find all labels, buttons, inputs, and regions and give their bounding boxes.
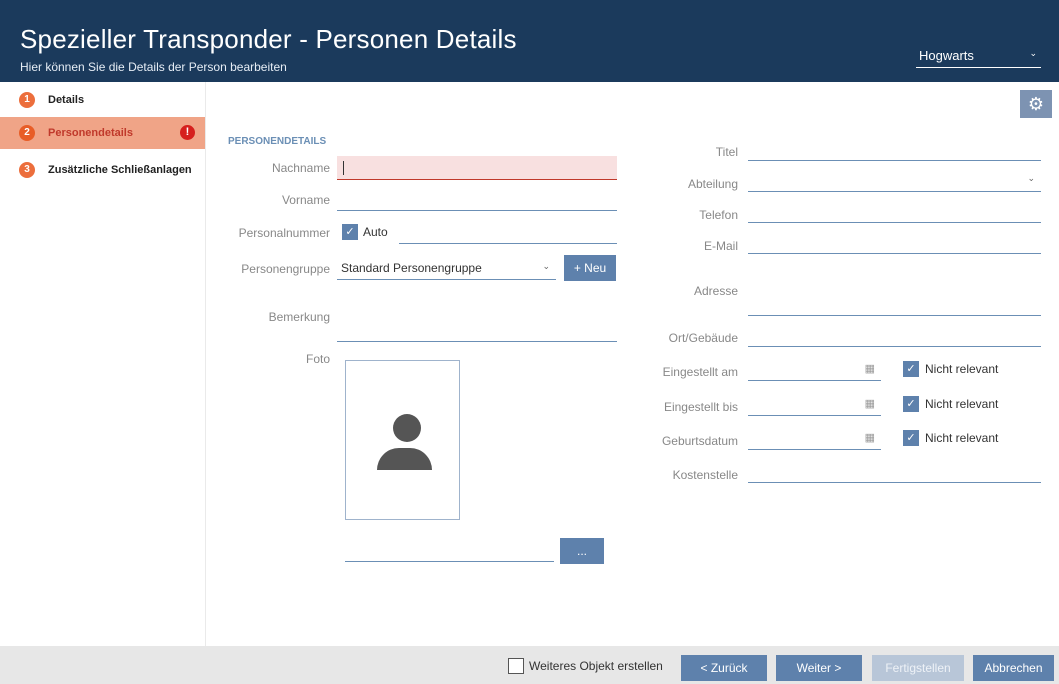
nachname-input[interactable]: [337, 156, 617, 180]
step-zusaetzliche-schliessanlagen[interactable]: 3 Zusätzliche Schließanlagen: [0, 154, 205, 186]
text-cursor: [343, 161, 344, 175]
personengruppe-select[interactable]: Standard Personengruppe ⌄: [337, 256, 556, 280]
bemerkung-textarea[interactable]: [337, 290, 617, 342]
abteilung-select[interactable]: ⌄: [748, 168, 1041, 192]
chevron-down-icon: ⌄: [542, 261, 550, 271]
step-number-badge: 3: [19, 162, 35, 178]
page-title: Spezieller Transponder - Personen Detail…: [20, 24, 517, 54]
person-icon-body: [377, 448, 432, 470]
eingestellt-bis-label: Eingestellt bis: [663, 400, 738, 414]
step-label: Personendetails: [48, 127, 133, 139]
next-button[interactable]: Weiter >: [776, 655, 862, 681]
auto-checkbox[interactable]: ✓: [342, 224, 358, 240]
browse-photo-button[interactable]: ...: [560, 538, 604, 564]
personengruppe-label: Personengruppe: [241, 262, 330, 276]
telefon-input[interactable]: [748, 199, 1041, 223]
nicht-relevant-label: Nicht relevant: [925, 431, 999, 445]
kostenstelle-input[interactable]: [748, 459, 1041, 483]
telefon-label: Telefon: [699, 208, 738, 222]
person-icon: [393, 414, 421, 442]
create-more-label: Weiteres Objekt erstellen: [529, 659, 663, 673]
nachname-label: Nachname: [271, 161, 330, 175]
section-title: PERSONENDETAILS: [228, 136, 327, 147]
step-label: Zusätzliche Schließanlagen: [48, 164, 192, 176]
step-number-badge: 2: [19, 125, 35, 141]
finish-button[interactable]: Fertigstellen: [872, 655, 964, 681]
abteilung-label: Abteilung: [687, 177, 738, 191]
chevron-down-icon: ⌄: [1029, 48, 1037, 58]
eingestellt-bis-nicht-relevant-checkbox[interactable]: ✓: [903, 396, 919, 412]
create-more-checkbox[interactable]: [508, 658, 524, 674]
adresse-label: Adresse: [693, 284, 738, 298]
kostenstelle-label: Kostenstelle: [672, 468, 738, 482]
back-button[interactable]: < Zurück: [681, 655, 767, 681]
error-icon: !: [180, 125, 195, 140]
foto-label: Foto: [305, 352, 330, 366]
nicht-relevant-label: Nicht relevant: [925, 362, 999, 376]
site-selector-dropdown[interactable]: Hogwarts ⌄: [916, 48, 1041, 68]
geburtsdatum-nicht-relevant-checkbox[interactable]: ✓: [903, 430, 919, 446]
vorname-label: Vorname: [281, 193, 330, 207]
adresse-textarea[interactable]: [748, 262, 1041, 316]
eingestellt-am-label: Eingestellt am: [662, 365, 738, 379]
geburtsdatum-date[interactable]: ▦: [748, 426, 881, 450]
step-details[interactable]: 1 Details: [0, 84, 205, 116]
personengruppe-value: Standard Personengruppe: [341, 261, 482, 275]
email-input[interactable]: [748, 230, 1041, 254]
vorname-input[interactable]: [337, 187, 617, 211]
personalnummer-label: Personalnummer: [238, 226, 330, 240]
eingestellt-am-date[interactable]: ▦: [748, 357, 881, 381]
photo-placeholder[interactable]: [345, 360, 460, 520]
personalnummer-input[interactable]: [399, 220, 617, 244]
titel-label: Titel: [715, 145, 738, 159]
new-group-button[interactable]: + Neu: [564, 255, 616, 281]
cancel-button[interactable]: Abbrechen: [973, 655, 1054, 681]
wizard-steps-sidebar: 1 Details 2 Personendetails ! 3 Zusätzli…: [0, 82, 215, 646]
bemerkung-label: Bemerkung: [268, 310, 330, 324]
step-personendetails[interactable]: 2 Personendetails !: [0, 117, 215, 149]
geburtsdatum-label: Geburtsdatum: [661, 434, 738, 448]
step-label: Details: [48, 94, 85, 106]
ort-gebaeude-input[interactable]: [748, 323, 1041, 347]
auto-label: Auto: [363, 225, 388, 239]
page-subtitle: Hier können Sie die Details der Person b…: [20, 60, 287, 74]
photo-path-input[interactable]: [345, 538, 554, 562]
email-label: E-Mail: [703, 239, 738, 253]
calendar-icon[interactable]: ▦: [865, 431, 875, 444]
eingestellt-am-nicht-relevant-checkbox[interactable]: ✓: [903, 361, 919, 377]
calendar-icon[interactable]: ▦: [865, 362, 875, 375]
header: Spezieller Transponder - Personen Detail…: [0, 0, 1059, 82]
chevron-down-icon: ⌄: [1027, 173, 1035, 183]
titel-input[interactable]: [748, 137, 1041, 161]
calendar-icon[interactable]: ▦: [865, 397, 875, 410]
nicht-relevant-label: Nicht relevant: [925, 397, 999, 411]
eingestellt-bis-date[interactable]: ▦: [748, 392, 881, 416]
gear-icon[interactable]: ⚙: [1020, 90, 1052, 118]
step-number-badge: 1: [19, 92, 35, 108]
ort-gebaeude-label: Ort/Gebäude: [668, 331, 738, 345]
site-selector-value: Hogwarts: [919, 48, 974, 63]
